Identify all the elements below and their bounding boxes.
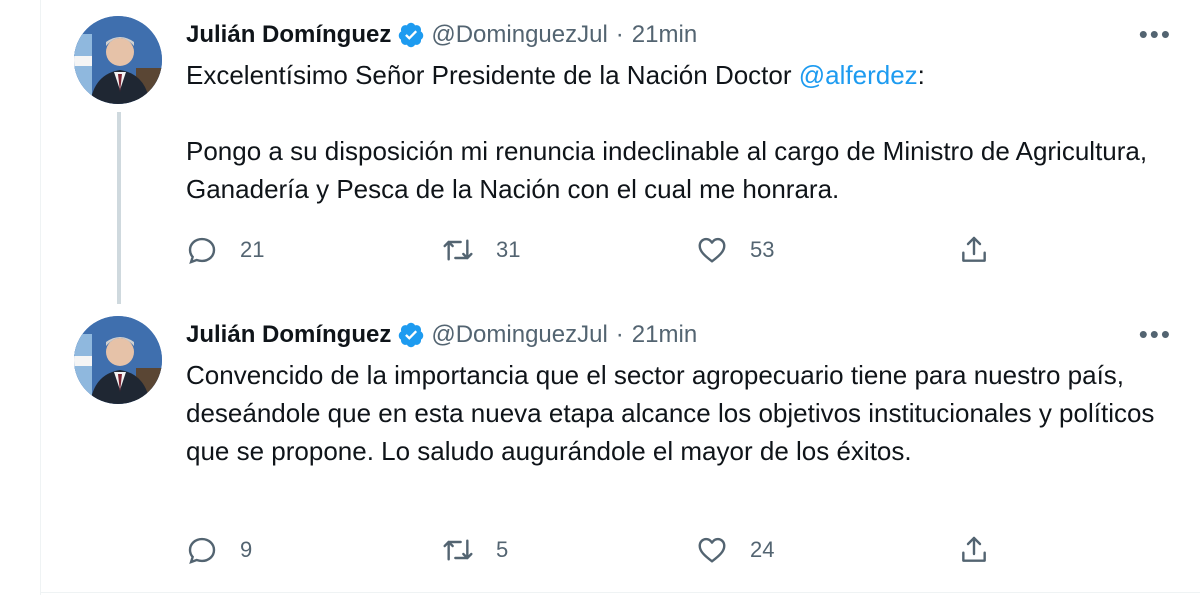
reply-count: 21 xyxy=(240,237,265,262)
reply-count: 9 xyxy=(240,537,253,562)
paragraph-text: Convencido de la importancia que el sect… xyxy=(186,360,1155,466)
like-button[interactable]: 53 xyxy=(696,230,774,270)
reply-button[interactable]: 21 xyxy=(186,230,264,270)
avatar-image xyxy=(74,316,162,404)
tweet-timestamp[interactable]: 21min xyxy=(632,321,697,349)
verified-badge-icon xyxy=(399,22,424,48)
timeline-bottom-border xyxy=(40,592,1200,593)
tweet-text: Excelentísimo Señor Presidente de la Nac… xyxy=(186,56,1176,208)
share-icon xyxy=(962,236,986,262)
tweet-text: Convencido de la importancia que el sect… xyxy=(186,356,1176,470)
like-icon xyxy=(698,237,726,263)
author-name[interactable]: Julián Domínguez xyxy=(186,321,391,349)
author-name[interactable]: Julián Domínguez xyxy=(186,21,391,49)
tweet-paragraph: Excelentísimo Señor Presidente de la Nac… xyxy=(186,56,1176,94)
tweet-paragraph: Convencido de la importancia que el sect… xyxy=(186,356,1176,470)
tweet-paragraph: Pongo a su disposición mi renuncia indec… xyxy=(186,132,1176,208)
share-icon xyxy=(962,536,986,562)
paragraph-suffix: : xyxy=(917,60,925,90)
share-button[interactable] xyxy=(958,530,990,570)
like-icon xyxy=(698,537,726,563)
separator-dot: · xyxy=(615,321,624,348)
thread-connector-line xyxy=(117,112,121,304)
tweet-1[interactable]: Julián Domínguez @DominguezJul · 21min •… xyxy=(40,0,1200,304)
tweet-actions: 21 31 53 xyxy=(186,230,1016,270)
more-icon[interactable]: ••• xyxy=(1139,21,1172,47)
avatar-image xyxy=(74,16,162,104)
reply-icon xyxy=(188,537,216,564)
reply-button[interactable]: 9 xyxy=(186,530,252,570)
tweet-2[interactable]: Julián Domínguez @DominguezJul · 21min •… xyxy=(40,300,1200,592)
mention-link[interactable]: @alferdez xyxy=(799,60,918,90)
verified-badge-icon xyxy=(399,322,424,348)
separator-dot: · xyxy=(615,21,624,48)
tweet-header: Julián Domínguez @DominguezJul · 21min xyxy=(186,320,697,350)
share-button[interactable] xyxy=(958,230,990,270)
tweet-header: Julián Domínguez @DominguezJul · 21min xyxy=(186,20,697,50)
retweet-count: 5 xyxy=(496,537,509,562)
retweet-button[interactable]: 5 xyxy=(442,530,508,570)
author-handle[interactable]: @DominguezJul xyxy=(431,21,607,49)
tweet-timestamp[interactable]: 21min xyxy=(632,21,697,49)
author-avatar[interactable] xyxy=(74,316,162,404)
like-count: 53 xyxy=(750,237,775,262)
like-count: 24 xyxy=(750,537,775,562)
author-avatar[interactable] xyxy=(74,16,162,104)
retweet-icon xyxy=(443,539,473,561)
author-handle[interactable]: @DominguezJul xyxy=(431,321,607,349)
like-button[interactable]: 24 xyxy=(696,530,774,570)
paragraph-text: Excelentísimo Señor Presidente de la Nac… xyxy=(186,60,799,90)
tweet-actions: 9 5 24 xyxy=(186,530,1016,570)
more-icon[interactable]: ••• xyxy=(1139,321,1172,347)
retweet-icon xyxy=(443,239,473,261)
retweet-count: 31 xyxy=(496,237,521,262)
reply-icon xyxy=(188,237,216,264)
retweet-button[interactable]: 31 xyxy=(442,230,520,270)
paragraph-text: Pongo a su disposición mi renuncia indec… xyxy=(186,136,1148,204)
